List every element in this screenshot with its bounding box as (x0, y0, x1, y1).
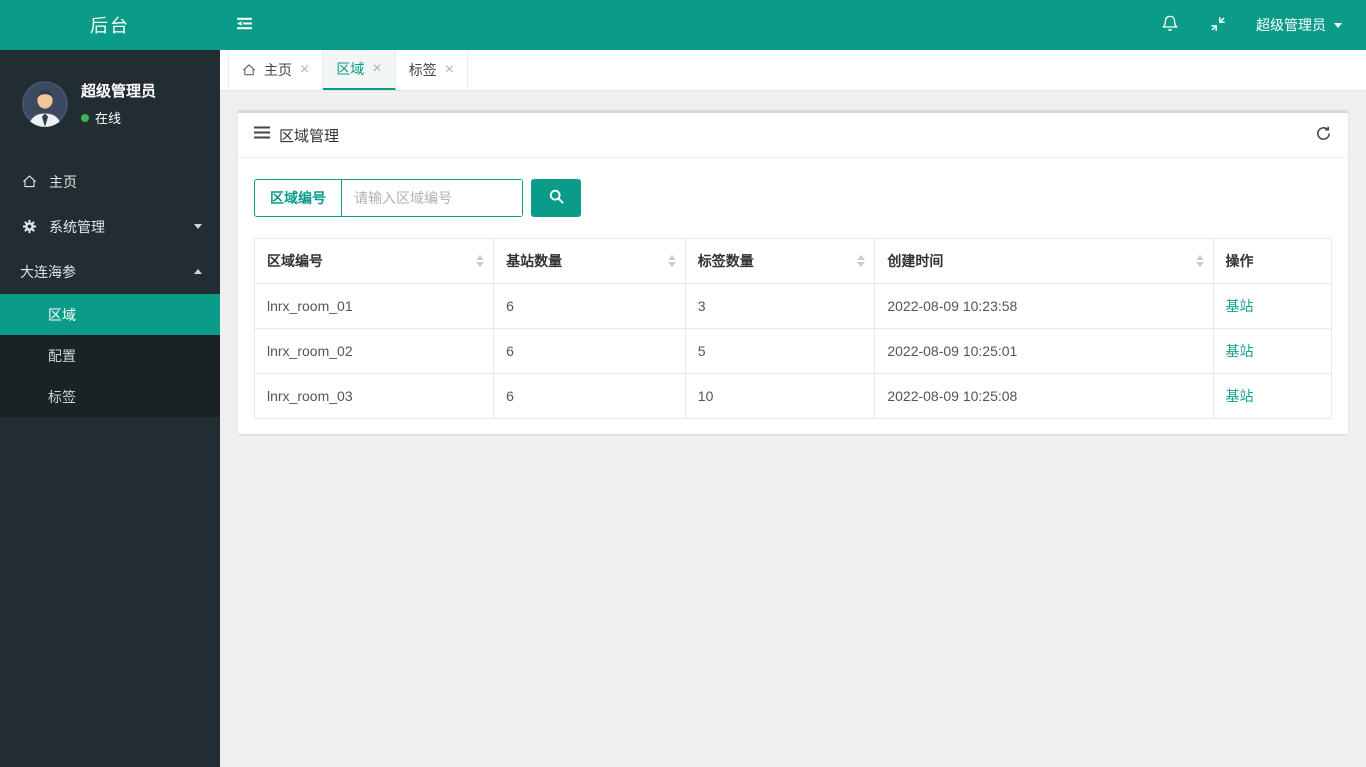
cell-region-id: lnrx_room_02 (253, 328, 495, 374)
panel-body: 区域编号 请输入区域编号 区域编号 基站数量 标签数量 创建时间 操作 lnrx… (238, 158, 1348, 434)
anchor-link[interactable]: 基站 (1226, 388, 1254, 404)
hamburger-icon (254, 126, 270, 144)
table-row: lnrx_room_03 6 10 2022-08-09 10:25:08 基站 (253, 373, 1333, 419)
refresh-button[interactable] (1315, 125, 1332, 145)
sidebar-subitem-label: 区域 (48, 306, 76, 323)
region-table: 区域编号 基站数量 标签数量 创建时间 操作 lnrx_room_01 6 3 … (253, 238, 1333, 419)
cell-tag-count: 10 (684, 373, 876, 419)
close-icon[interactable]: × (445, 62, 454, 78)
avatar (22, 80, 68, 127)
sidebar-item-label: 系统管理 (49, 218, 105, 235)
user-menu-label: 超级管理员 (1256, 17, 1326, 33)
cell-actions: 基站 (1212, 373, 1333, 419)
app-window: 后台 超级管理员 超级管理员 在线 主页 系统管理 大连海参 区域 配置 标签 … (0, 0, 1366, 767)
online-status-label: 在线 (95, 111, 122, 126)
sidebar-user-name: 超级管理员 (81, 83, 157, 100)
top-navbar: 后台 超级管理员 (0, 0, 1366, 50)
sidebar: 超级管理员 在线 主页 系统管理 大连海参 区域 配置 标签 (0, 50, 220, 767)
sidebar-item-system[interactable]: 系统管理 (0, 204, 220, 249)
navbar-right: 超级管理员 (1146, 0, 1366, 50)
cell-created-time: 2022-08-09 10:25:01 (874, 328, 1214, 374)
user-menu[interactable]: 超级管理员 (1242, 0, 1366, 50)
column-header-created-time[interactable]: 创建时间 (874, 238, 1214, 284)
sidebar-subitem-region[interactable]: 区域 (0, 294, 220, 335)
brand-title: 后台 (90, 16, 130, 36)
sidebar-menu: 主页 系统管理 大连海参 区域 配置 标签 (0, 159, 220, 417)
sidebar-item-label: 主页 (49, 173, 77, 190)
column-header-region-id[interactable]: 区域编号 (253, 238, 495, 284)
chevron-down-icon (194, 224, 202, 229)
anchor-link[interactable]: 基站 (1226, 298, 1254, 314)
tab-label: 标签 (408, 62, 437, 78)
search-icon (548, 188, 565, 208)
search-field-label: 区域编号 (255, 180, 342, 216)
search-button[interactable] (531, 179, 581, 217)
sidebar-subitem-tag[interactable]: 标签 (0, 376, 220, 417)
bell-icon (1161, 14, 1179, 36)
sidebar-user-info: 超级管理员 在线 (81, 80, 156, 127)
column-header-anchor-count[interactable]: 基站数量 (493, 238, 686, 284)
sidebar-subitem-label: 配置 (48, 347, 76, 364)
tab-tag[interactable]: 标签 × (396, 50, 469, 90)
notifications-button[interactable] (1146, 0, 1194, 50)
cell-anchor-count: 6 (493, 328, 686, 374)
sort-icon (857, 255, 866, 267)
sidebar-item-home[interactable]: 主页 (0, 159, 220, 204)
cell-actions: 基站 (1212, 283, 1333, 329)
column-header-actions: 操作 (1212, 238, 1333, 284)
home-icon (242, 63, 256, 77)
online-status-icon (81, 113, 89, 122)
sidebar-submenu: 区域 配置 标签 (0, 294, 220, 417)
tab-region[interactable]: 区域 × (323, 50, 396, 90)
table-row: lnrx_room_02 6 5 2022-08-09 10:25:01 基站 (253, 328, 1333, 374)
cell-tag-count: 3 (684, 283, 876, 329)
anchor-link[interactable]: 基站 (1226, 343, 1254, 359)
cell-region-id: lnrx_room_01 (253, 283, 495, 329)
close-icon[interactable]: × (372, 61, 381, 77)
search-input-group: 区域编号 (254, 179, 523, 217)
column-header-tag-count[interactable]: 标签数量 (684, 238, 876, 284)
content: 区域管理 区域编号 请输入区域编号 区域编号 基站数量 标签数量 创建时间 操作… (220, 91, 1366, 453)
sort-icon (476, 255, 485, 267)
compress-icon (1209, 15, 1227, 36)
sidebar-user-panel: 超级管理员 在线 (0, 50, 220, 127)
sort-icon (1195, 255, 1204, 267)
refresh-icon (1315, 125, 1332, 145)
gear-icon (21, 219, 38, 234)
panel-title: 区域管理 (279, 127, 340, 145)
sort-icon (667, 255, 676, 267)
sidebar-item-dalian-haishen[interactable]: 大连海参 (0, 249, 220, 294)
main-area: 主页 × 区域 × 标签 × 区域管理 区域编号 请输入区域编号 区域编号 基站… (220, 50, 1366, 767)
cell-anchor-count: 6 (493, 283, 686, 329)
home-icon (21, 174, 38, 189)
fullscreen-toggle-button[interactable] (1194, 0, 1242, 50)
cell-anchor-count: 6 (493, 373, 686, 419)
sidebar-user-status: 在线 (81, 108, 156, 127)
brand-logo[interactable]: 后台 (0, 0, 220, 50)
navbar-main: 超级管理员 (220, 0, 1366, 50)
tab-label: 区域 (336, 61, 365, 77)
search-row: 区域编号 (254, 179, 1332, 217)
cell-created-time: 2022-08-09 10:25:08 (874, 373, 1214, 419)
cell-created-time: 2022-08-09 10:23:58 (874, 283, 1214, 329)
cell-tag-count: 5 (684, 328, 876, 374)
sidebar-subitem-label: 标签 (48, 388, 76, 405)
cell-region-id: lnrx_room_03 (253, 373, 495, 419)
chevron-down-icon (1334, 22, 1342, 28)
outdent-icon (235, 15, 254, 35)
tab-bar: 主页 × 区域 × 标签 × (220, 50, 1366, 91)
panel-header: 区域管理 (238, 113, 1348, 158)
sidebar-subitem-config[interactable]: 配置 (0, 335, 220, 376)
search-input[interactable] (342, 180, 522, 216)
region-management-panel: 区域管理 区域编号 请输入区域编号 区域编号 基站数量 标签数量 创建时间 操作… (238, 110, 1348, 434)
tab-label: 主页 (264, 62, 292, 78)
chevron-up-icon (194, 269, 202, 274)
close-icon[interactable]: × (300, 62, 309, 78)
sidebar-item-label: 大连海参 (20, 263, 76, 280)
table-row: lnrx_room_01 6 3 2022-08-09 10:23:58 基站 (253, 283, 1333, 329)
cell-actions: 基站 (1212, 328, 1333, 374)
table-header-row: 区域编号 基站数量 标签数量 创建时间 操作 (253, 238, 1333, 284)
sidebar-toggle-button[interactable] (220, 0, 268, 50)
tab-home[interactable]: 主页 × (228, 50, 324, 90)
